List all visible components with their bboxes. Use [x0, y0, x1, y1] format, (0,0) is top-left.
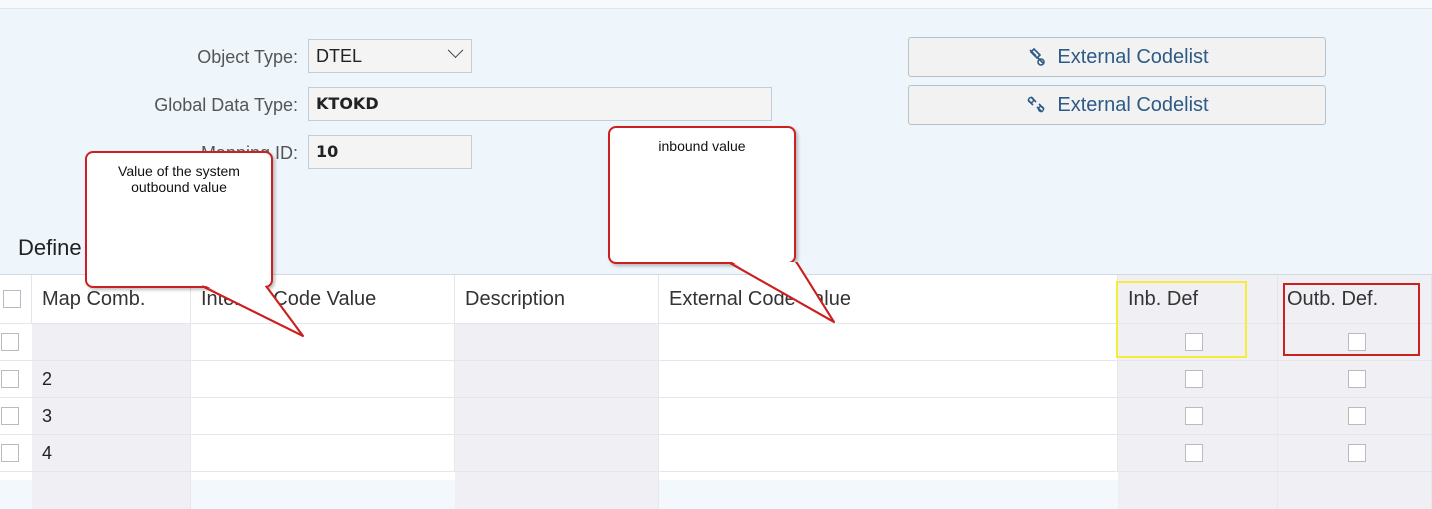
inb-def-highlight: [1116, 281, 1247, 358]
external-code-value-input[interactable]: [659, 435, 1118, 472]
description-cell: [455, 472, 659, 509]
select-all-checkbox[interactable]: [3, 290, 21, 308]
global-data-type-field[interactable]: KTOKD: [308, 87, 772, 121]
description-cell: [455, 435, 659, 472]
inb-def-cell: [1118, 361, 1278, 398]
inb-def-checkbox[interactable]: [1185, 444, 1203, 462]
map-comb-cell: 3: [32, 398, 191, 435]
inb-def-cell: [1118, 398, 1278, 435]
callout-outbound-text: Value of the system outbound value: [118, 163, 240, 195]
header-description[interactable]: Description: [455, 275, 659, 323]
external-codelist-button-2[interactable]: External Codelist: [908, 85, 1326, 125]
outb-def-checkbox[interactable]: [1348, 370, 1366, 388]
outb-def-cell: [1278, 361, 1432, 398]
callout-inbound-text: inbound value: [658, 138, 746, 154]
external-codelist-button-1[interactable]: External Codelist: [908, 37, 1326, 77]
disconnect-icon: [1027, 96, 1045, 113]
inb-def-checkbox[interactable]: [1185, 407, 1203, 425]
outb-def-checkbox[interactable]: [1348, 444, 1366, 462]
callout-outbound: Value of the system outbound value: [85, 151, 273, 288]
outb-def-checkbox[interactable]: [1348, 407, 1366, 425]
top-border: [0, 0, 1432, 9]
global-data-type-label: Global Data Type:: [154, 95, 298, 115]
inb-def-cell: [1118, 472, 1278, 509]
description-cell: [455, 398, 659, 435]
object-type-value: DTEL: [316, 46, 363, 66]
internal-code-value-input[interactable]: [191, 361, 455, 398]
table-row: [0, 471, 1432, 509]
callout-inbound-pointer-mask: [729, 262, 835, 323]
table-row[interactable]: 3: [0, 397, 1432, 435]
callout-outbound-pointer-mask: [201, 285, 304, 337]
map-comb-cell: [32, 472, 191, 509]
inb-def-cell: [1118, 435, 1278, 472]
outb-def-cell: [1278, 472, 1432, 509]
outb-def-highlight: [1283, 283, 1420, 356]
external-codelist-label-1: External Codelist: [1057, 45, 1209, 68]
inb-def-checkbox[interactable]: [1185, 370, 1203, 388]
object-type-label: Object Type:: [197, 47, 298, 67]
section-title: Define: [18, 235, 82, 260]
external-codelist-label-2: External Codelist: [1057, 93, 1209, 116]
row-select-checkbox[interactable]: [1, 444, 19, 462]
select-all-header: [0, 275, 32, 323]
table-row[interactable]: 4: [0, 434, 1432, 472]
map-comb-cell: 2: [32, 361, 191, 398]
external-code-value-input[interactable]: [659, 398, 1118, 435]
internal-code-value-input[interactable]: [191, 398, 455, 435]
mapping-id-field[interactable]: 10: [308, 135, 472, 169]
external-code-value-input[interactable]: [659, 361, 1118, 398]
row-select-checkbox[interactable]: [1, 407, 19, 425]
row-select-checkbox[interactable]: [1, 333, 19, 351]
table-row[interactable]: 2: [0, 360, 1432, 398]
connection-icon: [1029, 47, 1046, 66]
internal-code-value-input[interactable]: [191, 435, 455, 472]
outb-def-cell: [1278, 398, 1432, 435]
row-select-checkbox[interactable]: [1, 370, 19, 388]
description-cell: [455, 324, 659, 361]
object-type-select[interactable]: DTEL: [308, 39, 472, 73]
callout-inbound: inbound value: [608, 126, 796, 264]
map-comb-cell: 4: [32, 435, 191, 472]
chevron-down-icon: [447, 42, 464, 59]
description-cell: [455, 361, 659, 398]
outb-def-cell: [1278, 435, 1432, 472]
map-comb-cell: [32, 324, 191, 361]
